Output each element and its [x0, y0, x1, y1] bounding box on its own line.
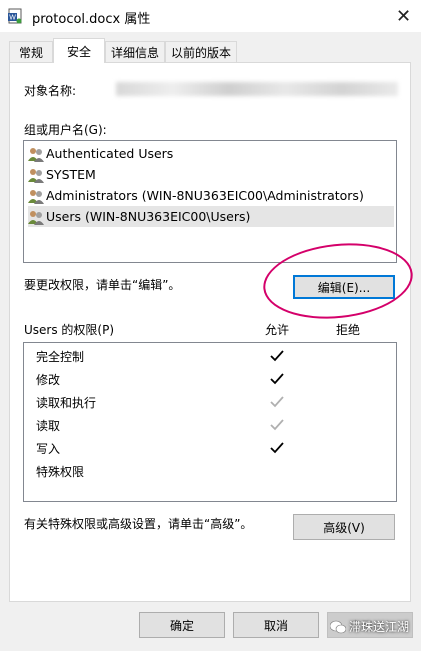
list-item[interactable]: Administrators (WIN-8NU363EIC00\Administ…: [28, 185, 364, 206]
permissions-list: 完全控制 修改 读取和执行 读取 写入 特殊权限: [23, 342, 397, 502]
permissions-label: Users 的权限(P): [24, 323, 115, 337]
permission-name: 修改: [36, 372, 61, 387]
change-permissions-hint: 要更改权限，请单击“编辑”。: [24, 278, 181, 292]
watermark: 滞珠送江湖: [330, 618, 409, 635]
permission-name: 读取: [36, 418, 61, 433]
advanced-button[interactable]: 高级(V): [293, 514, 395, 540]
permission-row: 读取: [36, 415, 60, 435]
cancel-button[interactable]: 取消: [233, 612, 319, 638]
checkmark-icon: [270, 350, 284, 362]
list-item[interactable]: Users (WIN-8NU363EIC00\Users): [28, 206, 394, 227]
permission-name: 完全控制: [36, 349, 85, 364]
watermark-text: 滞珠送江湖: [349, 620, 410, 634]
deny-header: 拒绝: [336, 323, 361, 337]
allow-header: 允许: [265, 323, 290, 337]
close-button[interactable]: ✕: [386, 0, 421, 32]
permission-name: 写入: [36, 441, 61, 456]
edit-button[interactable]: 编辑(E)...: [293, 275, 395, 299]
tab-details[interactable]: 详细信息: [105, 41, 165, 62]
users-listbox[interactable]: Authenticated Users SYSTEM Administrator…: [23, 140, 397, 263]
user-label: Users (WIN-8NU363EIC00\Users): [46, 209, 251, 224]
tab-security[interactable]: 安全: [53, 38, 105, 63]
permission-row: 修改: [36, 369, 60, 389]
user-group-icon: [28, 147, 44, 162]
permission-row: 读取和执行: [36, 392, 96, 412]
checkmark-icon: [270, 373, 284, 385]
word-document-icon: W: [8, 8, 22, 24]
advanced-settings-hint: 有关特殊权限或高级设置，请单击“高级”。: [24, 517, 253, 531]
permission-name: 读取和执行: [36, 395, 97, 410]
list-item[interactable]: Authenticated Users: [28, 143, 173, 164]
checkmark-icon: [270, 396, 284, 408]
object-name-label: 对象名称:: [24, 84, 77, 98]
tab-previous-versions[interactable]: 以前的版本: [165, 41, 237, 62]
permission-row: 特殊权限: [36, 461, 84, 481]
permission-row: 写入: [36, 438, 60, 458]
checkmark-icon: [270, 442, 284, 454]
user-group-icon: [28, 210, 44, 225]
user-group-icon: [28, 168, 44, 183]
wechat-icon: [330, 620, 346, 633]
user-label: Administrators (WIN-8NU363EIC00\Administ…: [46, 188, 364, 203]
window-title: protocol.docx 属性: [32, 12, 151, 27]
ok-button[interactable]: 确定: [139, 612, 225, 638]
tab-general[interactable]: 常规: [9, 41, 53, 62]
svg-text:W: W: [9, 15, 16, 22]
list-item[interactable]: SYSTEM: [28, 164, 96, 185]
user-group-icon: [28, 189, 44, 204]
group-user-label: 组或用户名(G):: [24, 123, 107, 137]
permission-name: 特殊权限: [36, 464, 85, 479]
user-label: SYSTEM: [46, 167, 96, 182]
checkmark-icon: [270, 419, 284, 431]
user-label: Authenticated Users: [46, 146, 174, 161]
object-name-value-redacted: x: [116, 82, 398, 96]
permission-row: 完全控制: [36, 346, 84, 366]
